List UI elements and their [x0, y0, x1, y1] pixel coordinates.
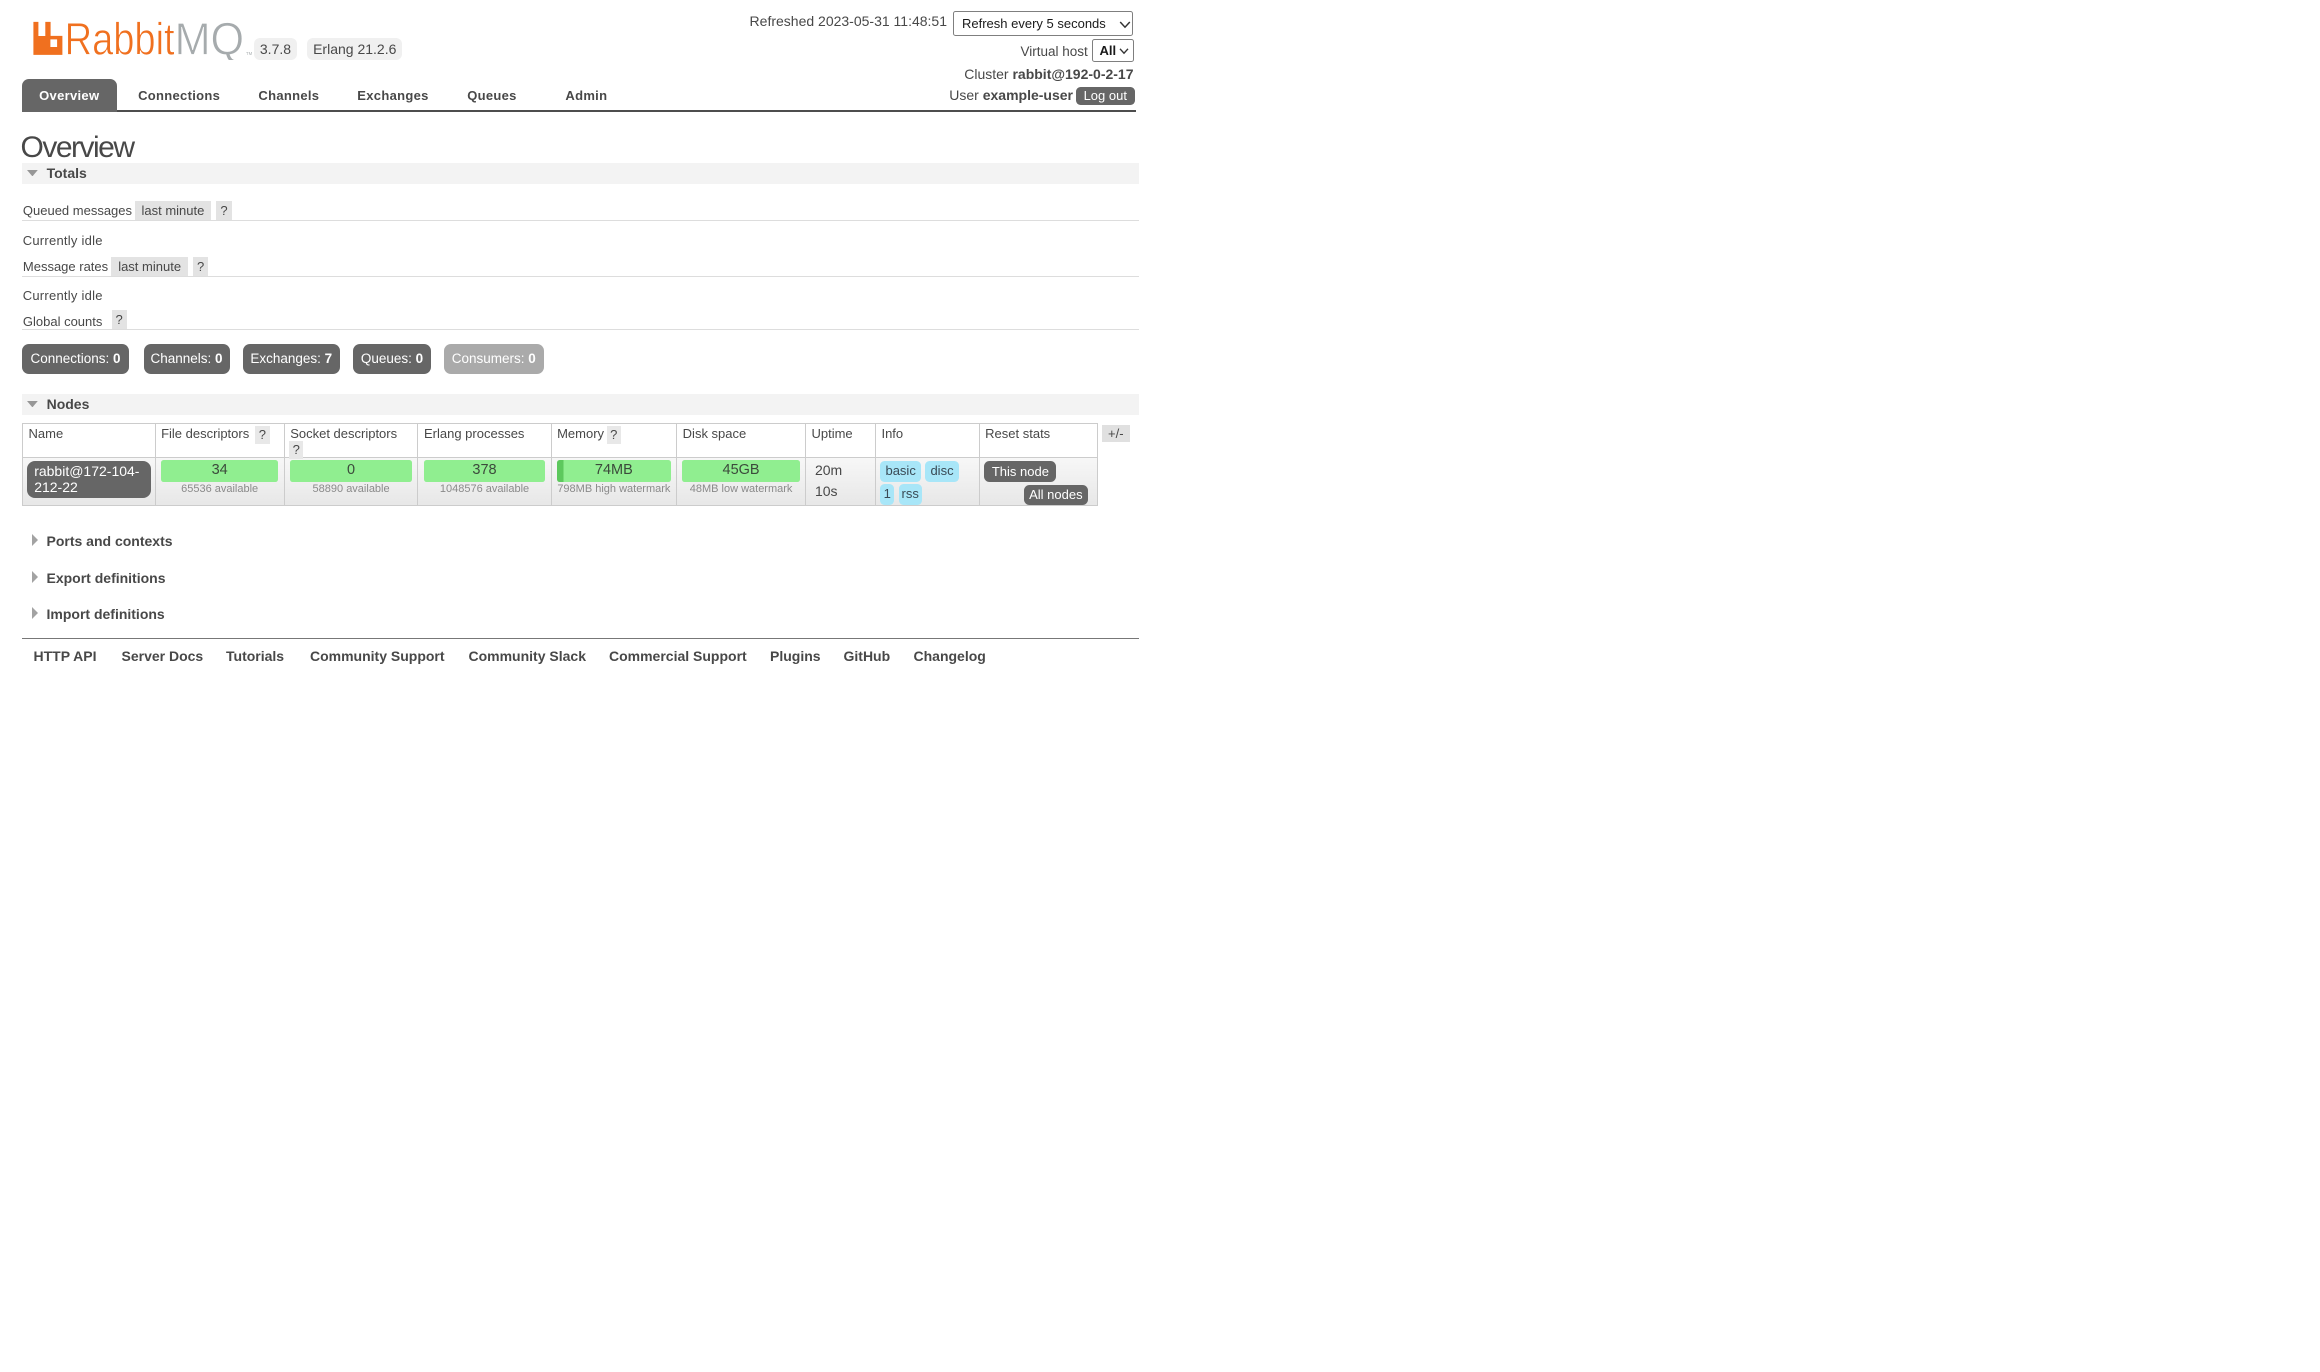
- svg-text:TM: TM: [246, 51, 253, 56]
- svg-text:Rabbit: Rabbit: [65, 20, 175, 60]
- svg-text:MQ: MQ: [175, 20, 245, 60]
